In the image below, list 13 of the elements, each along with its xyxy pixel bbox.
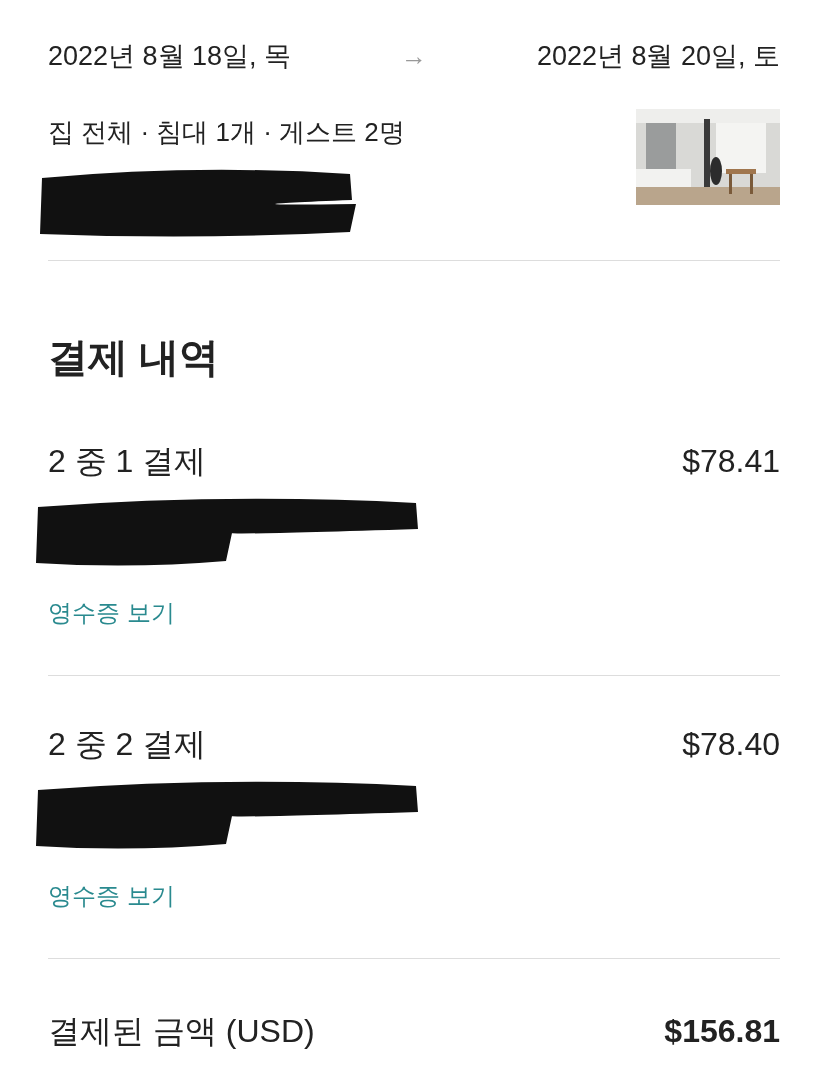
listing-summary: 집 전체 · 침대 1개 · 게스트 2명 (48, 115, 405, 149)
payment-amount: $78.41 (682, 444, 780, 477)
check-out-date: 2022년 8월 20일, 토 (536, 40, 780, 73)
receipt-link[interactable]: 영수증 보기 (48, 877, 780, 914)
payment-title: 2 중 1 결제 (48, 444, 207, 477)
arrow-icon: → (401, 36, 427, 76)
receipt-link[interactable]: 영수증 보기 (48, 594, 780, 631)
total-amount: $156.81 (664, 1014, 780, 1047)
payment-title: 2 중 2 결제 (48, 727, 207, 760)
section-heading: 결제 내역 (48, 336, 221, 377)
payment-amount: $78.40 (682, 727, 780, 760)
total-label: 결제된 금액 (USD) (48, 1014, 315, 1047)
check-in-date: 2022년 8월 18일, 목 (48, 40, 292, 73)
